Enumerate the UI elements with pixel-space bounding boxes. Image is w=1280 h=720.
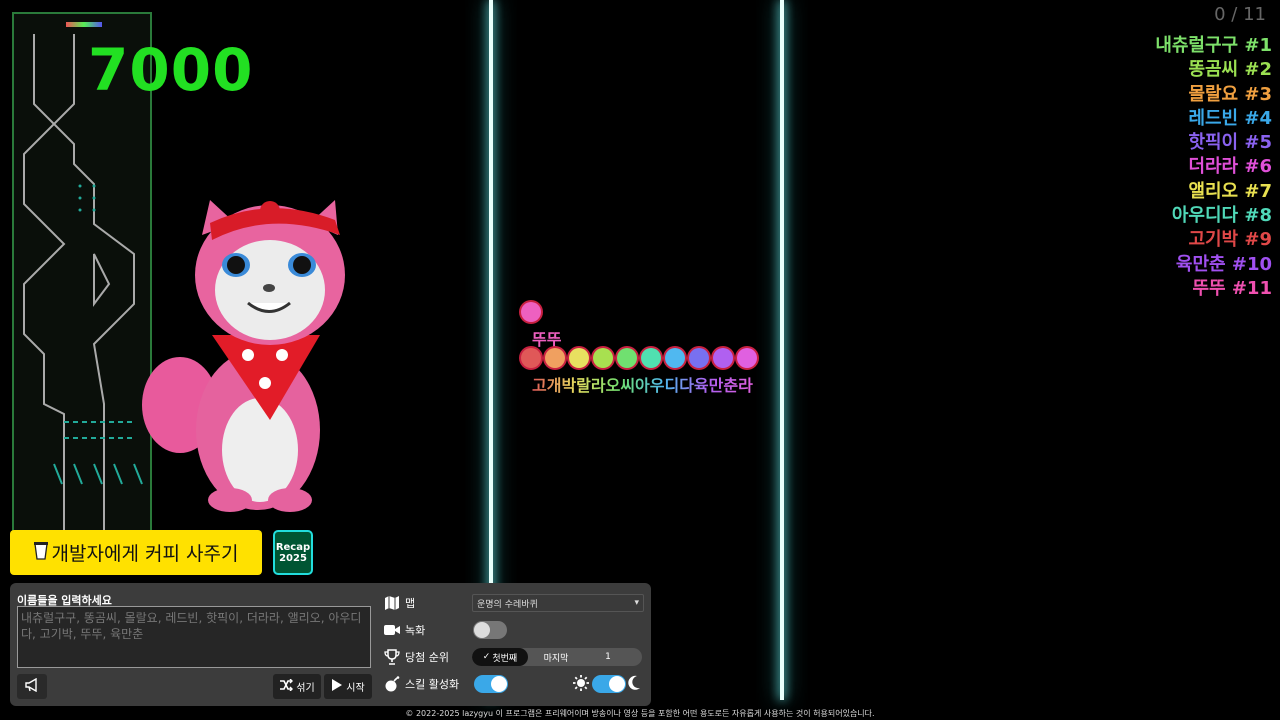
recap-year: 2025 bbox=[279, 552, 307, 564]
marble-cluster-label: 고개박랄라오씨아우디다육만춘라 bbox=[532, 372, 753, 396]
marble bbox=[521, 302, 541, 322]
marble bbox=[713, 348, 733, 368]
map-label: 맵 bbox=[405, 597, 416, 610]
megaphone-icon bbox=[24, 677, 40, 696]
play-icon bbox=[331, 678, 343, 695]
marble bbox=[569, 348, 589, 368]
ranking-list: 내츄럴구구 #1 똥곰씨 #2 몰랄요 #3 레드빈 #4 핫픽이 #5 더라라 #6 앨리… bbox=[1155, 34, 1272, 301]
skill-label: 스킬 활성화 bbox=[405, 678, 460, 691]
copyright-footer: © 2022-2025 lazygyu 이 프로그램은 프리웨어이며 방송이나 … bbox=[405, 709, 875, 718]
marble bbox=[545, 348, 565, 368]
coffee-icon bbox=[33, 540, 48, 565]
winner-number-input[interactable]: 1 bbox=[584, 648, 632, 666]
shuffle-icon bbox=[279, 678, 294, 694]
moon-icon bbox=[627, 675, 641, 695]
control-panel: 이름들을 입력하세요 내츄럴구구, 똥곰씨, 몰랄요, 레드빈, 핫픽이, 더라… bbox=[10, 583, 651, 706]
map-option: 맵 bbox=[383, 592, 415, 614]
ranking-item: 뚜뚜 #11 bbox=[1192, 277, 1272, 299]
marble bbox=[593, 348, 613, 368]
theme-toggle[interactable] bbox=[592, 675, 626, 693]
start-button[interactable]: 시작 bbox=[324, 674, 372, 699]
recap-label: Recap bbox=[275, 541, 311, 553]
winner-last-option[interactable]: 마지막 bbox=[528, 648, 584, 666]
winner-rank-selector: ✓ 첫번째 마지막 1 bbox=[472, 648, 642, 666]
winner-rank-option: 당첨 순위 bbox=[383, 646, 449, 668]
record-option: 녹화 bbox=[383, 619, 425, 641]
skill-option: 스킬 활성화 bbox=[383, 673, 459, 695]
map-select-value: 운명의 수레바퀴 bbox=[477, 599, 538, 610]
video-camera-icon bbox=[383, 624, 401, 636]
marble bbox=[689, 348, 709, 368]
record-toggle[interactable] bbox=[473, 621, 507, 639]
mute-button[interactable] bbox=[17, 674, 47, 699]
marble bbox=[521, 348, 541, 368]
record-label: 녹화 bbox=[405, 624, 426, 637]
ranking-item: 육만춘 #10 bbox=[1175, 253, 1272, 275]
start-label: 시작 bbox=[346, 683, 365, 694]
coffee-label: 개발자에게 커피 사주기 bbox=[51, 543, 239, 565]
sun-icon bbox=[573, 675, 589, 695]
marble-label: 뚜뚜 bbox=[532, 330, 562, 349]
track-wall-right bbox=[780, 0, 784, 700]
ranking-item: 몰랄요 #3 bbox=[1188, 83, 1272, 105]
ranking-item: 핫픽이 #5 bbox=[1188, 132, 1272, 154]
ranking-item: 아우디다 #8 bbox=[1171, 205, 1272, 227]
map-select[interactable]: 운명의 수레바퀴 ▾ bbox=[472, 594, 644, 612]
finish-counter: 0 / 11 bbox=[1214, 4, 1266, 25]
ranking-item: 더라라 #6 bbox=[1188, 156, 1272, 178]
ranking-item: 고기박 #9 bbox=[1188, 229, 1272, 251]
mascot-character bbox=[140, 195, 360, 525]
chevron-down-icon: ▾ bbox=[634, 598, 639, 608]
shuffle-button[interactable]: 섞기 bbox=[273, 674, 321, 699]
winner-first-option[interactable]: ✓ 첫번째 bbox=[472, 648, 528, 666]
winner-rank-label: 당첨 순위 bbox=[405, 651, 449, 664]
check-icon: ✓ bbox=[482, 652, 491, 662]
marble bbox=[737, 348, 757, 368]
trophy-icon bbox=[383, 649, 401, 665]
marble bbox=[665, 348, 685, 368]
winner-first-label: 첫번째 bbox=[492, 653, 518, 664]
ranking-item: 내츄럴구구 #1 bbox=[1155, 35, 1272, 56]
names-input[interactable]: 내츄럴구구, 똥곰씨, 몰랄요, 레드빈, 핫픽이, 더라라, 앨리오, 아우디… bbox=[17, 606, 371, 668]
score: 7000 bbox=[88, 36, 254, 104]
bomb-icon bbox=[383, 676, 401, 692]
skill-toggle[interactable] bbox=[474, 675, 508, 693]
map-icon bbox=[383, 596, 401, 610]
buy-coffee-button[interactable]: 개발자에게 커피 사주기 bbox=[10, 530, 262, 575]
recap-button[interactable]: Recap 2025 bbox=[273, 530, 313, 575]
marble bbox=[617, 348, 637, 368]
marble bbox=[641, 348, 661, 368]
ranking-item: 똥곰씨 #2 bbox=[1188, 59, 1272, 81]
winner-number-value: 1 bbox=[605, 652, 611, 662]
ranking-item: 앨리오 #7 bbox=[1188, 180, 1272, 202]
shuffle-label: 섞기 bbox=[296, 683, 315, 694]
winner-last-label: 마지막 bbox=[543, 653, 569, 664]
ranking-item: 레드빈 #4 bbox=[1188, 107, 1272, 129]
